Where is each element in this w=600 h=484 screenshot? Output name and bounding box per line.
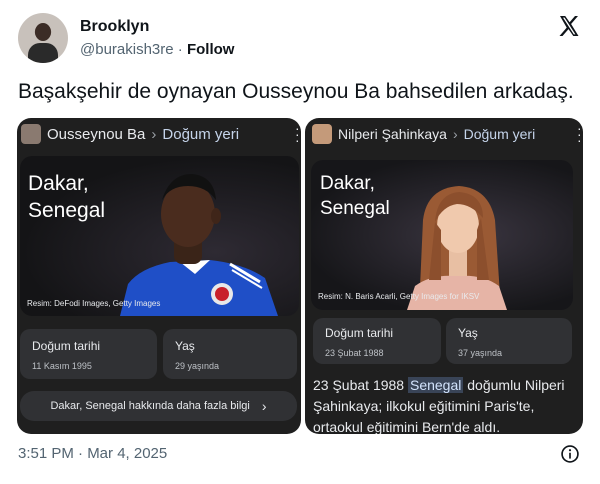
fact-label: Doğum tarihi (325, 326, 394, 340)
more-info-label: Dakar, Senegal hakkında daha fazla bilgi (50, 400, 250, 412)
follow-button[interactable]: Follow (187, 41, 235, 58)
google-card-right: Nilperi Şahinkaya › Doğum yeri · · · Dakar… (305, 118, 583, 434)
fact-value: 11 Kasım 1995 (32, 361, 92, 371)
hero-title-line1: Dakar, (28, 172, 89, 195)
fact-chip-birthdate[interactable]: Doğum tarihi 23 Şubat 1988 (313, 318, 441, 364)
chevron-right-icon: › (261, 398, 267, 414)
fact-chip-birthdate[interactable]: Doğum tarihi 11 Kasım 1995 (20, 329, 157, 379)
description-before: 23 Şubat 1988 (313, 377, 408, 393)
hero-title-line2: Senegal (320, 198, 390, 219)
fact-label: Yaş (175, 339, 195, 353)
hero-image: Dakar, Senegal Resim: DeFodi Images, Get… (20, 156, 299, 316)
avatar-body (28, 43, 58, 63)
fact-chip-age[interactable]: Yaş 37 yaşında (446, 318, 572, 364)
description-text: 23 Şubat 1988 Senegal doğumlu Nilperi Şa… (313, 375, 575, 434)
handle-separator: · (177, 41, 183, 58)
fact-value: 37 yaşında (458, 348, 503, 358)
breadcrumb-entity[interactable]: Ousseynou Ba (47, 126, 145, 143)
hero-title: Dakar, Senegal (320, 171, 390, 221)
entity-thumbnail (21, 124, 41, 144)
breadcrumb-entity[interactable]: Nilperi Şahinkaya (338, 126, 447, 142)
handle-row: @burakish3re · Follow (80, 41, 234, 58)
hero-title-line1: Dakar, (320, 173, 375, 194)
fact-label: Doğum tarihi (32, 339, 101, 353)
fact-value: 29 yaşında (175, 361, 220, 371)
hero-image: Dakar, Senegal Resim: N. Baris Acarli, G… (311, 160, 573, 310)
breadcrumb: Ousseynou Ba › Doğum yeri (17, 118, 301, 150)
avatar[interactable] (18, 13, 68, 63)
user-display-name[interactable]: Brooklyn (80, 18, 149, 36)
breadcrumb-separator: › (452, 126, 458, 142)
kebab-menu-icon[interactable]: · · · (577, 121, 582, 147)
breadcrumb-attribute[interactable]: Doğum yeri (162, 126, 239, 143)
google-card-left: Ousseynou Ba › Doğum yeri · · · Dakar, Sen… (17, 118, 301, 434)
tweet-text: Başakşehir de oynayan Ousseynou Ba bahse… (18, 80, 574, 103)
kebab-menu-icon[interactable]: · · · (295, 121, 300, 147)
fact-chip-age[interactable]: Yaş 29 yaşında (163, 329, 297, 379)
avatar-head (35, 23, 51, 41)
hero-title-line2: Senegal (28, 199, 106, 222)
description-highlight[interactable]: Senegal (407, 377, 464, 393)
user-handle[interactable]: @burakish3re (80, 41, 174, 58)
breadcrumb-attribute[interactable]: Doğum yeri (464, 126, 536, 142)
fact-label: Yaş (458, 326, 478, 340)
fact-value: 23 Şubat 1988 (325, 348, 384, 358)
more-info-button[interactable]: Dakar, Senegal hakkında daha fazla bilgi… (20, 391, 297, 421)
image-credit: Resim: DeFodi Images, Getty Images (27, 299, 161, 308)
breadcrumb-separator: › (151, 125, 157, 143)
x-logo-icon[interactable] (556, 14, 582, 38)
image-credit: Resim: N. Baris Acarli, Getty Images for… (318, 292, 480, 301)
hero-title: Dakar, Senegal (28, 170, 105, 224)
info-icon[interactable] (560, 444, 580, 464)
entity-thumbnail (312, 124, 332, 144)
tweet-timestamp[interactable]: 3:51 PM · Mar 4, 2025 (18, 445, 167, 462)
breadcrumb: Nilperi Şahinkaya › Doğum yeri (305, 118, 583, 150)
